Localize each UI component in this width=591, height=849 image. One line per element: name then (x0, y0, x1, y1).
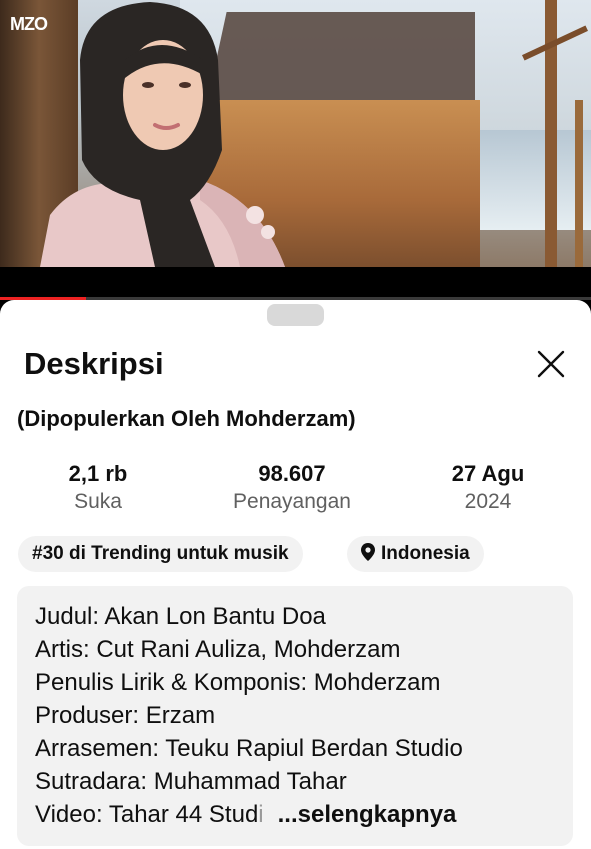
views-stat: 98.607 Penayangan (222, 460, 362, 516)
description-line: Penulis Lirik & Komponis: Mohderzam (35, 669, 441, 696)
location-pin-icon (361, 542, 375, 561)
description-line: Sutradara: Muhammad Tahar (35, 768, 347, 795)
description-line: Produser: Erzam (35, 702, 216, 729)
close-icon[interactable] (535, 348, 567, 380)
description-truncated-text: Video: Tahar 44 Stud (35, 801, 259, 828)
location-chip[interactable]: Indonesia (347, 536, 484, 572)
date-stat: 27 Agu 2024 (436, 460, 540, 516)
video-post (575, 100, 583, 267)
likes-label: Suka (74, 490, 122, 513)
likes-value: 2,1 rb (68, 461, 128, 486)
description-last-line: Video: Tahar 44 Studi ...selengkapnya (35, 798, 555, 831)
sheet-title: Deskripsi (24, 346, 164, 381)
likes-stat: 2,1 rb Suka (56, 460, 140, 516)
show-more-link[interactable]: ...selengkapnya (278, 801, 457, 828)
trending-chip-label: #30 di Trending untuk musik (32, 543, 289, 564)
video-stats: 2,1 rb Suka 98.607 Penayangan 27 Agu 202… (0, 460, 591, 520)
description-line: Arrasemen: Teuku Rapiul Berdan Studio (35, 735, 463, 762)
channel-logo: MZO (10, 14, 48, 34)
description-line: Artis: Cut Rani Auliza, Mohderzam (35, 636, 401, 663)
description-line: Judul: Akan Lon Bantu Doa (35, 603, 326, 630)
date-label: 2024 (464, 490, 512, 513)
video-player[interactable]: MZO (0, 0, 591, 267)
video-person (40, 2, 285, 267)
views-value: 98.607 (258, 461, 326, 486)
description-box[interactable]: Judul: Akan Lon Bantu Doa Artis: Cut Ran… (17, 586, 573, 846)
sheet-drag-handle[interactable] (267, 304, 324, 326)
date-value: 27 Agu (451, 461, 525, 486)
video-subtitle: (Dipopulerkan Oleh Mohderzam) (17, 406, 356, 431)
views-label: Penayangan (233, 490, 351, 513)
description-sheet: Deskripsi (Dipopulerkan Oleh Mohderzam) … (0, 300, 591, 849)
location-chip-label: Indonesia (381, 543, 470, 564)
description-faded-text: i (258, 801, 264, 828)
trending-chip[interactable]: #30 di Trending untuk musik (18, 536, 303, 572)
